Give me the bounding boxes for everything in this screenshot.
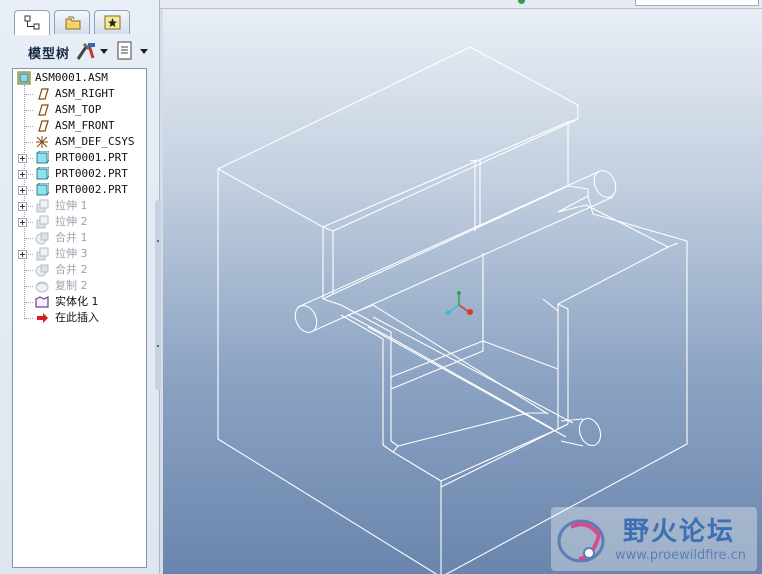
status-dot-icon (518, 0, 525, 4)
tree-item-part[interactable]: PRT0001.PRT (13, 150, 146, 166)
folder-icon (65, 16, 81, 30)
graphics-viewport[interactable]: 野火论坛 www.proewildfire.cn (163, 9, 762, 574)
tree-item-label: ASM_DEF_CSYS (55, 135, 135, 148)
tree-item-extrude[interactable]: 拉伸 2 (13, 214, 146, 230)
tree-item-part[interactable]: PRT0002.PRT (13, 166, 146, 182)
tree-root-item[interactable]: ASM0001.ASM (13, 70, 146, 86)
part-icon (36, 167, 49, 180)
wireframe-model (217, 46, 688, 574)
merge-icon (35, 264, 49, 277)
model-tree-toolbar: 模型树 (4, 38, 156, 64)
coordinate-triad-icon (445, 291, 473, 316)
datum-plane-icon (38, 104, 49, 116)
tree-item-part[interactable]: PRT0002.PRT (13, 182, 146, 198)
datum-plane-icon (38, 88, 49, 100)
insert-here-arrow-icon (37, 313, 48, 323)
tree-item-label: PRT0001.PRT (55, 151, 128, 164)
tree-item-copy[interactable]: 复制 2 (13, 278, 146, 294)
csys-icon (36, 136, 48, 148)
tree-guide-line (25, 94, 33, 95)
model-tree-settings-button[interactable] (114, 41, 150, 61)
tree-guide-line (25, 318, 33, 319)
expand-toggle-icon[interactable] (18, 202, 27, 211)
chevron-down-icon (100, 49, 108, 54)
navigator-tab-strip (0, 0, 160, 35)
watermark-title: 野火论坛 (623, 517, 736, 547)
expand-toggle-icon[interactable] (18, 218, 27, 227)
tree-guide-line (25, 110, 33, 111)
panel-splitter[interactable] (155, 200, 161, 390)
tree-item-label: 拉伸 1 (55, 199, 88, 212)
tree-guide-line (25, 238, 33, 239)
tree-item-solidify[interactable]: 实体化 1 (13, 294, 146, 310)
tree-guide-line (25, 302, 33, 303)
tools-icon (76, 42, 95, 60)
top-input-field[interactable] (635, 0, 759, 6)
tree-item-insert-here[interactable]: 在此插入 (13, 310, 146, 326)
tab-folder-browser[interactable] (54, 10, 90, 34)
datum-plane-icon (38, 120, 49, 132)
watermark: 野火论坛 www.proewildfire.cn (551, 507, 757, 571)
tree-guide-line (25, 286, 33, 287)
tree-item-label: 复制 2 (55, 279, 88, 292)
chevron-down-icon (140, 49, 148, 54)
tree-item-label: 实体化 1 (55, 295, 99, 308)
model-tree: ASM0001.ASM ASM_RIGHT ASM_TOP ASM_FRONT ASM… (12, 68, 147, 568)
merge-icon (35, 232, 49, 245)
tree-item-merge[interactable]: 合并 1 (13, 230, 146, 246)
tree-item-label: PRT0002.PRT (55, 167, 128, 180)
solidify-icon (35, 296, 49, 308)
assembly-icon (17, 71, 31, 85)
extrude-icon (36, 215, 49, 229)
tree-item-datum-plane[interactable]: ASM_TOP (13, 102, 146, 118)
tree-item-label: ASM_RIGHT (55, 87, 115, 100)
copy-icon (35, 281, 49, 293)
expand-toggle-icon[interactable] (18, 170, 27, 179)
tree-item-label: 合并 2 (55, 263, 88, 276)
extrude-icon (36, 199, 49, 213)
navigator-panel: 模型树 ASM0001.ASM ASM_RIGHT ASM_TOP ASM_FR… (0, 0, 161, 574)
tree-guide-line (25, 142, 33, 143)
tree-item-datum-plane[interactable]: ASM_FRONT (13, 118, 146, 134)
favorites-icon (104, 15, 121, 30)
expand-toggle-icon[interactable] (18, 250, 27, 259)
tree-item-datum-plane[interactable]: ASM_RIGHT (13, 86, 146, 102)
watermark-url: www.proewildfire.cn (615, 548, 746, 563)
part-icon (36, 151, 49, 164)
part-icon (36, 183, 49, 196)
tree-item-label: PRT0002.PRT (55, 183, 128, 196)
expand-toggle-icon[interactable] (18, 154, 27, 163)
tree-item-merge[interactable]: 合并 2 (13, 262, 146, 278)
tree-root-label: ASM0001.ASM (35, 71, 108, 84)
tree-item-label: 拉伸 3 (55, 247, 88, 260)
tree-item-csys[interactable]: ASM_DEF_CSYS (13, 134, 146, 150)
tree-guide-line (25, 126, 33, 127)
top-toolbar-strip (160, 0, 762, 9)
extrude-icon (36, 247, 49, 261)
settings-icon (117, 41, 132, 60)
tree-item-label: ASM_TOP (55, 103, 102, 116)
tree-item-extrude[interactable]: 拉伸 3 (13, 246, 146, 262)
tree-item-label: 合并 1 (55, 231, 88, 244)
proewildfire-logo-icon (557, 519, 605, 563)
tree-item-extrude[interactable]: 拉伸 1 (13, 198, 146, 214)
tab-favorites[interactable] (94, 10, 130, 34)
tree-guide-line (25, 270, 33, 271)
model-tree-icon (24, 15, 40, 30)
model-tree-tools-button[interactable] (74, 41, 110, 61)
expand-toggle-icon[interactable] (18, 186, 27, 195)
tree-item-label: ASM_FRONT (55, 119, 115, 132)
tree-item-label: 在此插入 (55, 311, 99, 324)
model-tree-title: 模型树 (28, 47, 71, 62)
tab-model-tree[interactable] (14, 10, 50, 35)
tree-item-label: 拉伸 2 (55, 215, 88, 228)
